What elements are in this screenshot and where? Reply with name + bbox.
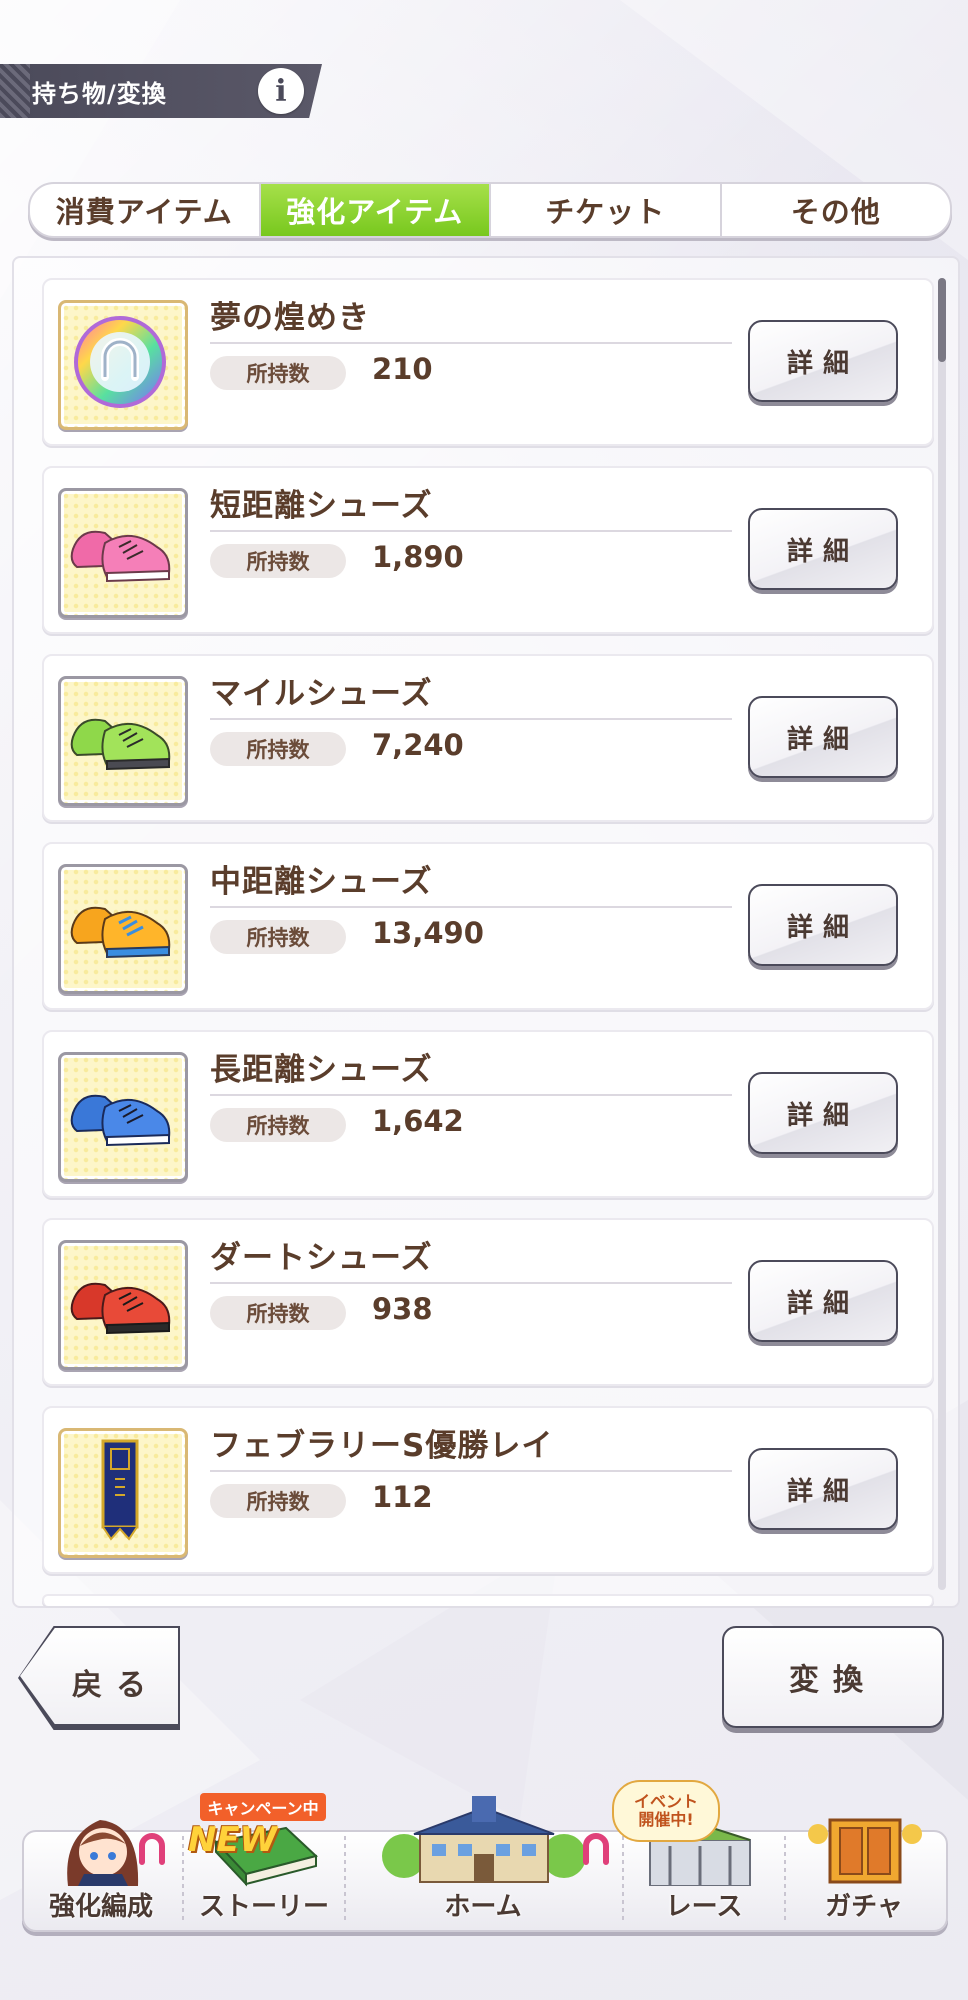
winner-lei-icon (101, 1439, 139, 1541)
campaign-badge: キャンペーン中 (200, 1793, 326, 1821)
owned-count: 210 (372, 352, 433, 386)
owned-count: 1,890 (372, 540, 464, 574)
pink-shoes-icon (70, 530, 171, 583)
list-item: マイルシューズ 所持数 7,240 詳細 (42, 654, 934, 822)
page-title: 持ち物/変換 (32, 80, 167, 108)
tab-enhancement[interactable]: 強化アイテム (260, 184, 491, 236)
owned-label: 所持数 (210, 920, 346, 954)
convert-button[interactable]: 変換 (722, 1626, 944, 1728)
item-icon-frame (58, 1052, 188, 1182)
nav-item-home[interactable]: ホーム (346, 1886, 620, 1923)
item-icon-frame (58, 1240, 188, 1370)
item-icon-frame (58, 676, 188, 806)
item-name: ダートシューズ (210, 1240, 433, 1276)
divider (210, 530, 732, 532)
divider (210, 1470, 732, 1472)
detail-button[interactable]: 詳細 (748, 884, 898, 966)
nav-item-enhance[interactable]: 強化編成 (26, 1886, 176, 1923)
tab-other[interactable]: その他 (722, 184, 951, 236)
new-badge: NEW (188, 1820, 278, 1860)
info-icon[interactable]: i (258, 68, 304, 114)
owned-label: 所持数 (210, 1296, 346, 1330)
item-name: マイルシューズ (210, 676, 433, 712)
event-badge-line1: イベント (633, 1792, 698, 1811)
horseshoe-notification-icon (139, 1833, 165, 1865)
list-item: ダートシューズ 所持数 938 詳細 (42, 1218, 934, 1386)
list-item: フェブラリーS優勝レイ 所持数 112 詳細 (42, 1406, 934, 1574)
divider (210, 718, 732, 720)
owned-label: 所持数 (210, 1484, 346, 1518)
tab-consumable[interactable]: 消費アイテム (30, 184, 261, 236)
owned-label: 所持数 (210, 544, 346, 578)
event-badge: イベント 開催中! (612, 1780, 720, 1842)
nav-separator (622, 1836, 624, 1922)
list-item: 長距離シューズ 所持数 1,642 詳細 (42, 1030, 934, 1198)
gacha-gate-icon[interactable] (800, 1814, 930, 1886)
item-name: 長距離シューズ (210, 1052, 433, 1088)
owned-label: 所持数 (210, 1108, 346, 1142)
list-item: 夢の煌めき 所持数 210 詳細 (42, 278, 934, 446)
nav-item-gacha[interactable]: ガチャ (786, 1886, 942, 1923)
item-name: フェブラリーS優勝レイ (210, 1428, 554, 1464)
list-item (42, 1594, 934, 1606)
owned-count: 112 (372, 1480, 433, 1514)
list-item: 短距離シューズ 所持数 1,890 詳細 (42, 466, 934, 634)
back-button-label[interactable]: 戻る (72, 1660, 160, 1704)
nav-item-race[interactable]: レース (626, 1886, 782, 1923)
nav-item-story[interactable]: ストーリー (186, 1886, 342, 1923)
detail-button[interactable]: 詳細 (748, 320, 898, 402)
home-building-icon[interactable] (378, 1792, 588, 1884)
header-stripe (0, 64, 30, 118)
scrollbar-track[interactable] (938, 278, 946, 1590)
item-name: 夢の煌めき (210, 300, 370, 336)
green-shoes-icon (70, 718, 171, 771)
owned-count: 938 (372, 1292, 433, 1326)
detail-button[interactable]: 詳細 (748, 508, 898, 590)
item-icon-frame (58, 864, 188, 994)
item-name: 中距離シューズ (210, 864, 433, 900)
tab-ticket[interactable]: チケット (491, 184, 722, 236)
detail-button[interactable]: 詳細 (748, 1448, 898, 1530)
owned-label: 所持数 (210, 732, 346, 766)
scrollbar-thumb[interactable] (938, 278, 946, 362)
owned-count: 1,642 (372, 1104, 464, 1138)
item-name: 短距離シューズ (210, 488, 433, 524)
category-tabs: 消費アイテム 強化アイテム チケット その他 (28, 182, 952, 238)
list-item: 中距離シューズ 所持数 13,490 詳細 (42, 842, 934, 1010)
divider (210, 1282, 732, 1284)
item-icon-frame (58, 300, 188, 430)
red-shoes-icon (70, 1282, 171, 1335)
detail-button[interactable]: 詳細 (748, 696, 898, 778)
rainbow-horseshoe-icon (74, 316, 166, 408)
nav-separator (182, 1836, 184, 1922)
blue-shoes-icon (70, 1094, 171, 1147)
orange-shoes-icon (70, 906, 171, 959)
divider (210, 1094, 732, 1096)
event-badge-line2: 開催中! (638, 1810, 694, 1829)
detail-button[interactable]: 詳細 (748, 1260, 898, 1342)
item-icon-frame (58, 488, 188, 618)
owned-count: 7,240 (372, 728, 464, 762)
divider (210, 342, 732, 344)
horseshoe-notification-icon (583, 1833, 609, 1865)
detail-button[interactable]: 詳細 (748, 1072, 898, 1154)
owned-count: 13,490 (372, 916, 484, 950)
item-icon-frame (58, 1428, 188, 1558)
divider (210, 906, 732, 908)
owned-label: 所持数 (210, 356, 346, 390)
